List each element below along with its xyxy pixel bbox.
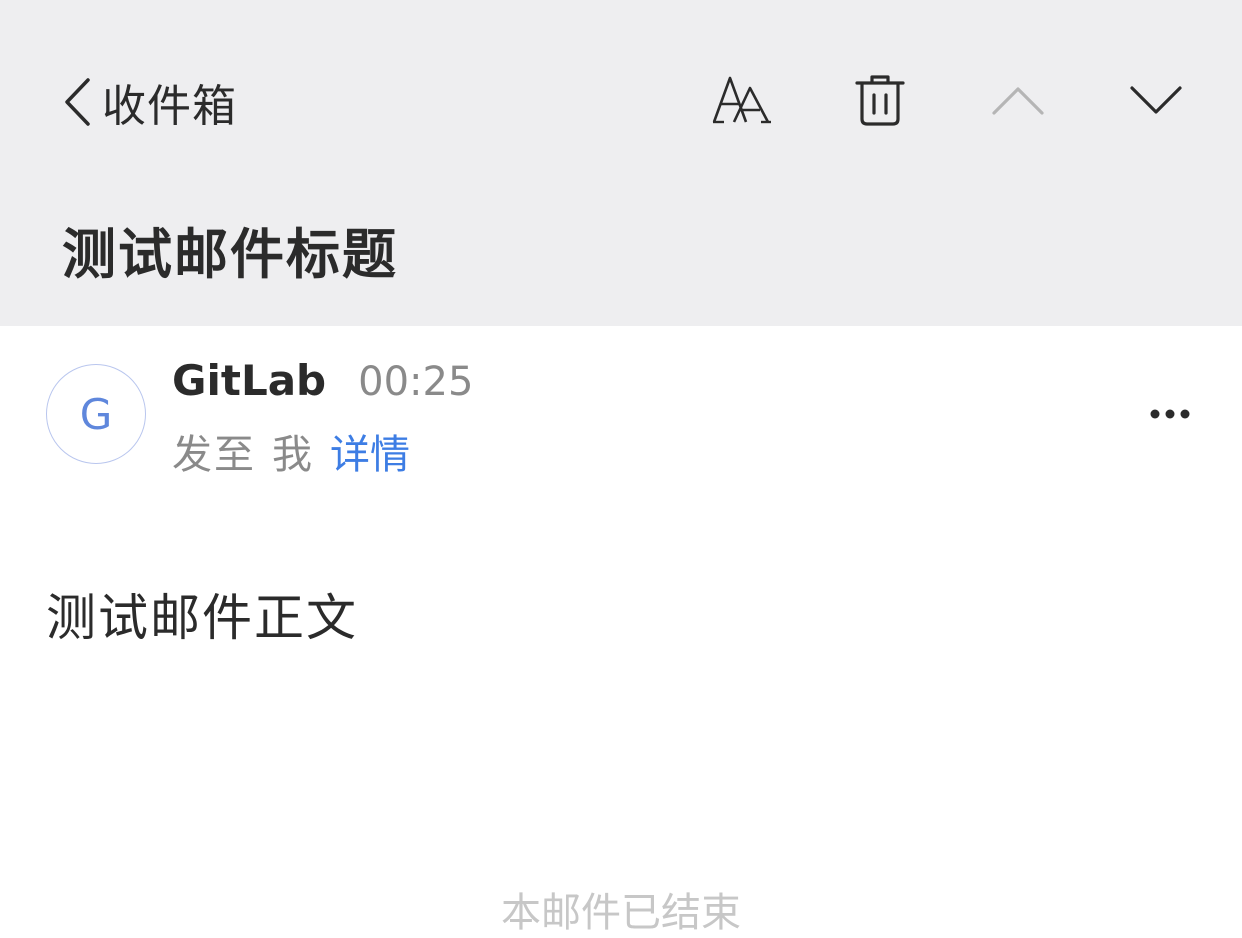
recipient-name: 我: [272, 432, 312, 478]
mail-body: 测试邮件正文: [46, 589, 358, 647]
sender-name[interactable]: GitLab: [172, 356, 326, 405]
next-mail-button[interactable]: [1124, 70, 1188, 134]
more-options-button[interactable]: [1140, 394, 1200, 434]
sender-row: GitLab 00:25: [172, 356, 473, 405]
trash-icon: [855, 73, 905, 131]
text-size-button[interactable]: [710, 70, 774, 134]
mail-time: 00:25: [358, 359, 474, 405]
chevron-down-icon: [1129, 84, 1183, 120]
chevron-left-icon: [62, 77, 92, 127]
to-prefix: 发至: [172, 432, 256, 478]
more-dots-icon: [1149, 405, 1191, 424]
recipient-row: 发至 我 详情: [172, 422, 410, 480]
back-label: 收件箱: [102, 81, 237, 132]
mail-subject: 测试邮件标题: [62, 223, 398, 286]
chevron-up-icon: [991, 84, 1045, 120]
delete-button[interactable]: [848, 70, 912, 134]
sender-avatar[interactable]: G: [46, 364, 146, 464]
avatar-initial: G: [79, 389, 113, 439]
end-of-mail-hint: 本邮件已结束: [501, 890, 741, 936]
back-button[interactable]: 收件箱: [62, 70, 237, 134]
details-link[interactable]: 详情: [330, 422, 410, 480]
mail-header: 收件箱 测试邮件标题: [0, 0, 1242, 326]
previous-mail-button[interactable]: [986, 70, 1050, 134]
text-size-icon: [712, 74, 772, 130]
